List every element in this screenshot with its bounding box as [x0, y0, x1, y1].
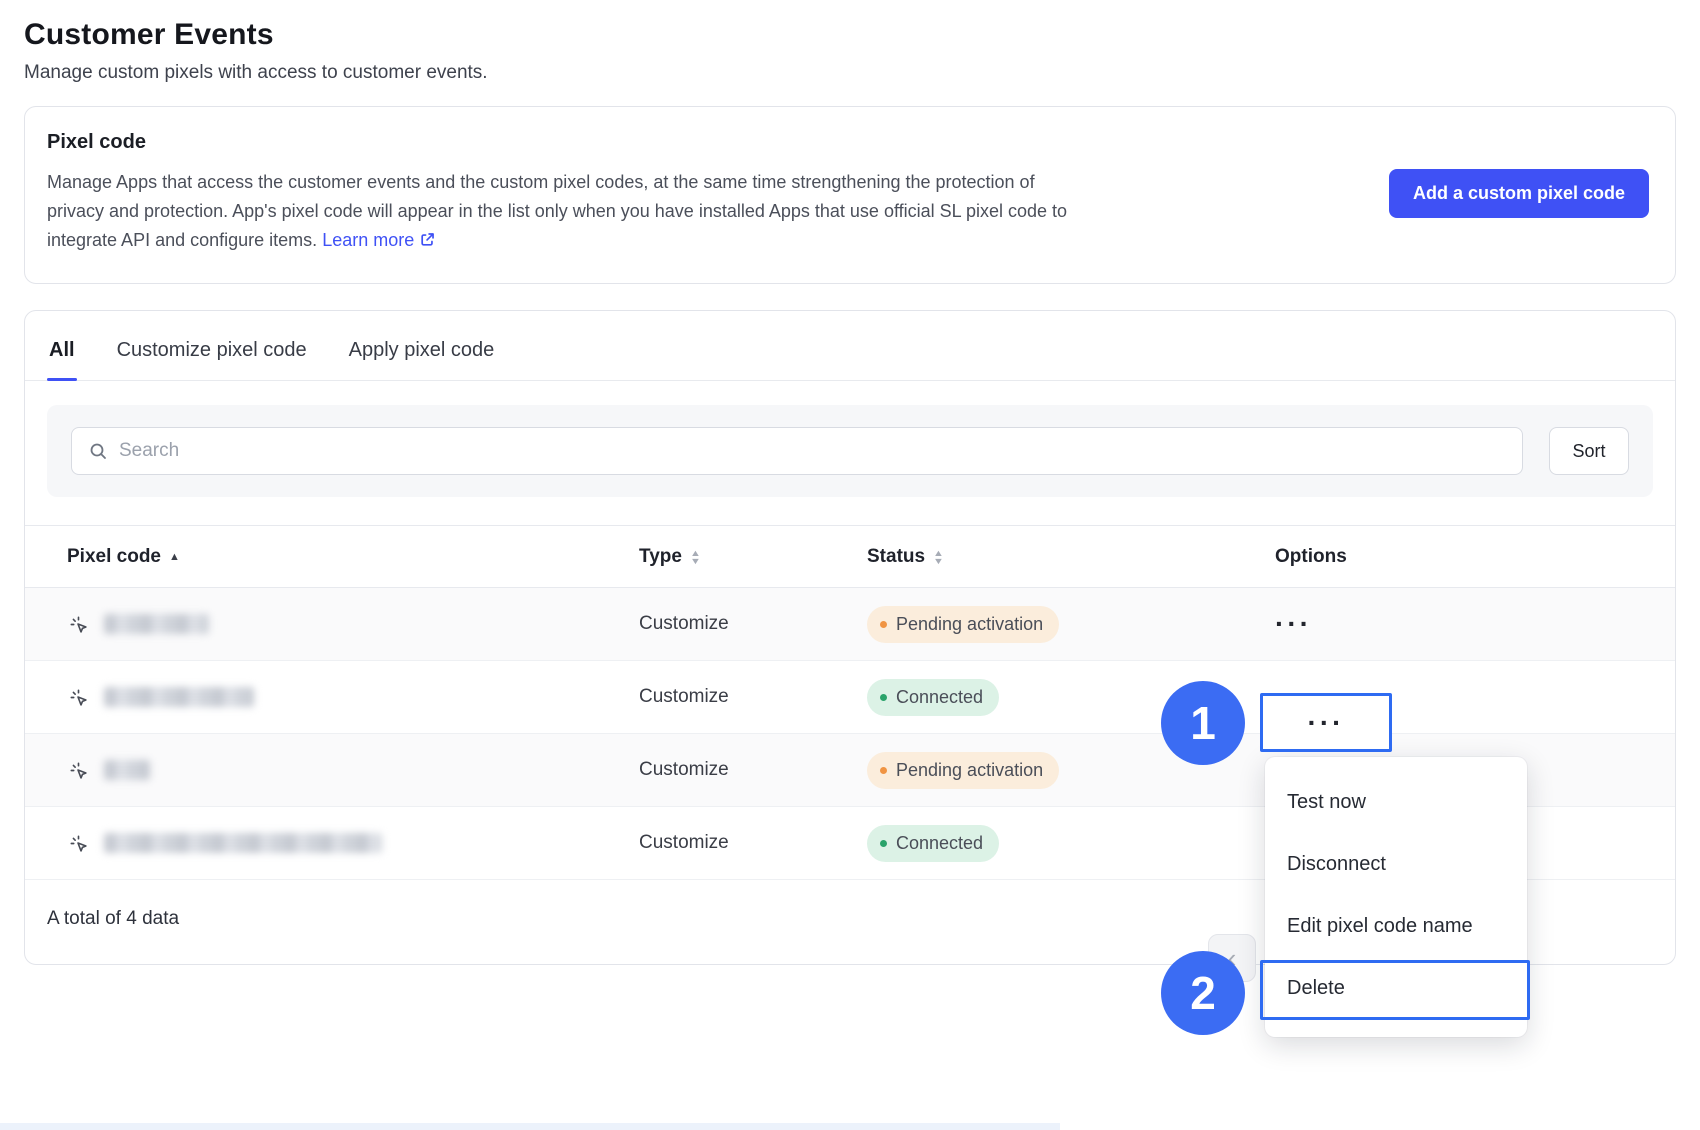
table-row: Customize Connected ··· — [25, 661, 1675, 734]
tab-customize-pixel-code[interactable]: Customize pixel code — [115, 333, 309, 380]
sort-carets-icon: ▲▼ — [933, 549, 944, 565]
annotation-step-1-badge: 1 — [1161, 681, 1245, 765]
pixel-code-card-title: Pixel code — [47, 131, 1092, 154]
annotation-step-2-badge: 2 — [1161, 951, 1245, 1035]
pixel-code-description-text: Manage Apps that access the customer eve… — [47, 172, 1067, 250]
tab-all-label: All — [49, 339, 75, 361]
menu-item-disconnect[interactable]: Disconnect — [1265, 833, 1527, 895]
column-pixel-code-label: Pixel code — [67, 546, 161, 568]
search-icon — [88, 441, 108, 461]
pixel-code-card-description: Manage Apps that access the customer eve… — [47, 168, 1092, 255]
tab-bar: All Customize pixel code Apply pixel cod… — [25, 333, 1675, 381]
status-badge: Connected — [867, 679, 999, 716]
status-dot-icon — [880, 694, 887, 701]
status-dot-icon — [880, 840, 887, 847]
row-type: Customize — [639, 613, 867, 635]
menu-item-test-now[interactable]: Test now — [1265, 771, 1527, 833]
redacted-pixel-name — [104, 833, 382, 853]
total-count-text: A total of 4 data — [47, 908, 179, 929]
search-panel: Sort — [47, 405, 1653, 497]
menu-item-edit-pixel-code-name[interactable]: Edit pixel code name — [1265, 895, 1527, 957]
redacted-pixel-name — [104, 760, 150, 780]
pixel-cursor-icon — [67, 613, 90, 636]
tab-all[interactable]: All — [47, 333, 77, 380]
column-status-label: Status — [867, 546, 925, 568]
caret-down-icon: ▼ — [933, 557, 944, 565]
pixel-cursor-icon — [67, 832, 90, 855]
row-options-button[interactable]: ··· — [1275, 610, 1312, 638]
status-label: Connected — [896, 833, 983, 854]
status-label: Connected — [896, 687, 983, 708]
learn-more-link[interactable]: Learn more — [322, 230, 436, 250]
pixel-name-cell — [67, 759, 639, 782]
redacted-pixel-name — [104, 687, 254, 707]
status-badge: Pending activation — [867, 606, 1059, 643]
status-badge: Connected — [867, 825, 999, 862]
table-row: Customize Pending activation ··· — [25, 588, 1675, 661]
status-dot-icon — [880, 767, 887, 774]
status-badge: Pending activation — [867, 752, 1059, 789]
pixel-name-cell — [67, 832, 639, 855]
row-status-cell: Connected — [867, 825, 1265, 862]
row-type: Customize — [639, 832, 867, 854]
column-header-status[interactable]: Status ▲▼ — [867, 546, 1265, 568]
pixel-name-cell — [67, 613, 639, 636]
column-header-options: Options — [1265, 546, 1633, 568]
pixel-code-card: Pixel code Manage Apps that access the c… — [24, 106, 1676, 284]
pixel-name-cell — [67, 686, 639, 709]
status-dot-icon — [880, 621, 887, 628]
add-custom-pixel-code-button[interactable]: Add a custom pixel code — [1389, 169, 1649, 218]
page-subtitle: Manage custom pixels with access to cust… — [24, 62, 1676, 84]
pixel-code-card-text: Pixel code Manage Apps that access the c… — [47, 131, 1092, 255]
column-type-label: Type — [639, 546, 682, 568]
tab-apply-label: Apply pixel code — [349, 339, 495, 361]
pixel-cursor-icon — [67, 759, 90, 782]
row-type: Customize — [639, 759, 867, 781]
column-header-pixel-code[interactable]: Pixel code ▲ — [67, 546, 639, 568]
learn-more-label: Learn more — [322, 230, 414, 250]
status-label: Pending activation — [896, 760, 1043, 781]
redacted-pixel-name — [104, 614, 209, 634]
customer-events-page: Customer Events Manage custom pixels wit… — [0, 0, 1700, 1130]
caret-down-icon: ▼ — [690, 557, 701, 565]
tab-apply-pixel-code[interactable]: Apply pixel code — [347, 333, 497, 380]
external-link-icon — [419, 231, 436, 248]
search-input[interactable] — [119, 440, 1506, 462]
pixel-cursor-icon — [67, 686, 90, 709]
column-options-label: Options — [1275, 546, 1347, 568]
sort-carets-icon: ▲▼ — [690, 549, 701, 565]
options-highlight-box: ··· — [1260, 693, 1392, 752]
tab-customize-label: Customize pixel code — [117, 339, 307, 361]
column-header-type[interactable]: Type ▲▼ — [639, 546, 867, 568]
page-title: Customer Events — [24, 18, 1676, 52]
sort-ascending-icon: ▲ — [169, 551, 180, 563]
search-box[interactable] — [71, 427, 1523, 475]
options-ellipsis-icon[interactable]: ··· — [1308, 709, 1345, 737]
next-section-edge — [0, 1123, 1060, 1130]
sort-button[interactable]: Sort — [1549, 427, 1629, 475]
row-type: Customize — [639, 686, 867, 708]
row-options-cell: ··· — [1265, 610, 1633, 639]
table-header-row: Pixel code ▲ Type ▲▼ Status ▲▼ Options — [25, 526, 1675, 588]
row-status-cell: Pending activation — [867, 606, 1265, 643]
delete-highlight-box — [1260, 960, 1530, 1020]
status-label: Pending activation — [896, 614, 1043, 635]
